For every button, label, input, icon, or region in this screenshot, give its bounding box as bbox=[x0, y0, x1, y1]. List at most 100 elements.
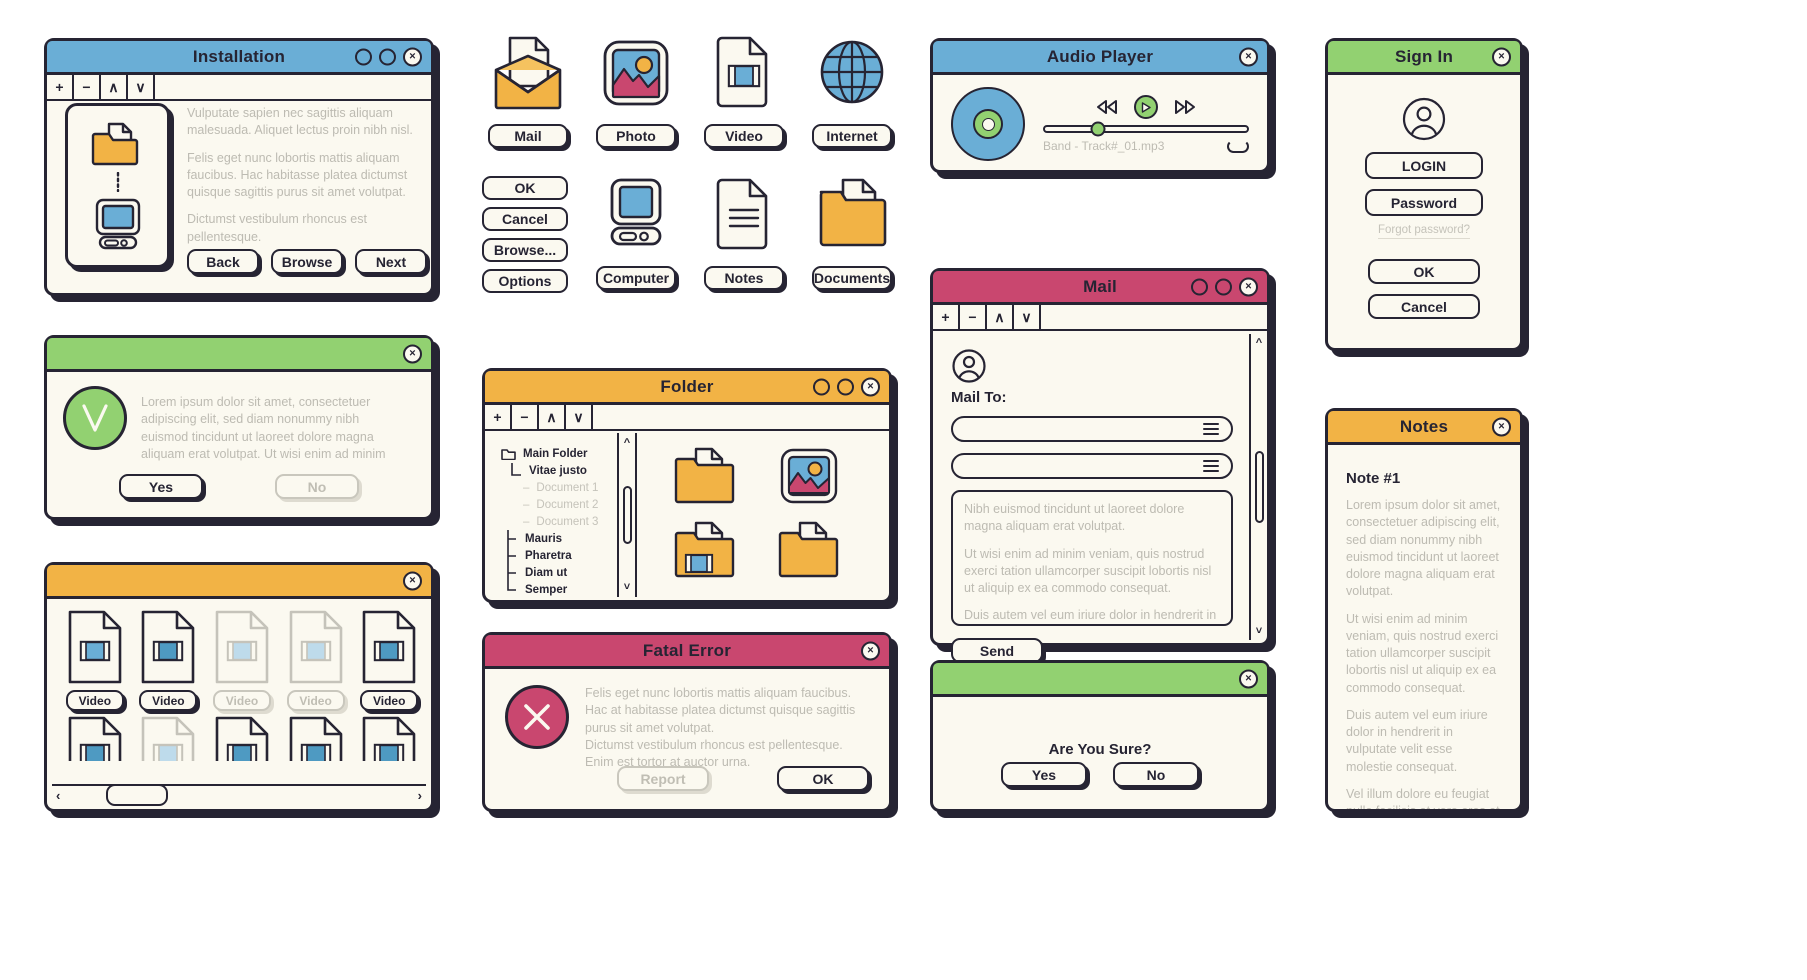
icon-tile-label[interactable]: Computer bbox=[596, 266, 676, 290]
icon-tile-label[interactable]: Mail bbox=[488, 124, 568, 148]
scrollbar-thumb[interactable] bbox=[622, 486, 632, 544]
icon-tile-label[interactable]: Internet bbox=[812, 124, 892, 148]
nav-down-icon[interactable]: ∨ bbox=[1014, 305, 1041, 329]
photo-icon[interactable] bbox=[779, 447, 839, 505]
gallery-item-disabled[interactable]: Video bbox=[206, 609, 278, 711]
gallery-item[interactable]: Video bbox=[353, 609, 425, 711]
scrollbar-thumb[interactable] bbox=[106, 784, 169, 806]
scrollbar-thumb[interactable] bbox=[1254, 451, 1264, 523]
scroll-down-icon[interactable]: ˅ bbox=[1256, 625, 1262, 637]
close-icon[interactable]: × bbox=[1492, 417, 1511, 436]
gallery-item-disabled[interactable]: Video bbox=[280, 609, 352, 711]
close-icon[interactable]: × bbox=[1239, 277, 1258, 296]
cancel-button[interactable]: Cancel bbox=[482, 207, 568, 231]
no-button[interactable]: No bbox=[1113, 762, 1199, 787]
gallery-item-label[interactable]: Video bbox=[139, 690, 198, 711]
previous-icon[interactable] bbox=[1096, 99, 1118, 115]
list-menu-icon[interactable] bbox=[1203, 460, 1219, 472]
icon-tile-documents[interactable]: Documents bbox=[806, 176, 898, 290]
titlebar-fatal-error[interactable]: Fatal Error × bbox=[485, 635, 889, 669]
close-icon[interactable]: × bbox=[1239, 47, 1258, 66]
horizontal-scrollbar[interactable]: ‹ › bbox=[52, 784, 426, 806]
folder-tree-scrollbar[interactable]: ^ ˅ bbox=[619, 433, 637, 597]
nav-plus-icon[interactable]: + bbox=[485, 405, 512, 429]
nav-minus-icon[interactable]: − bbox=[960, 305, 987, 329]
scroll-left-icon[interactable]: ‹ bbox=[56, 788, 60, 803]
folder-icon[interactable] bbox=[674, 447, 736, 505]
play-icon[interactable] bbox=[1134, 95, 1158, 119]
icon-tile-video[interactable]: Video bbox=[698, 34, 790, 148]
icon-tile-label[interactable]: Video bbox=[704, 124, 784, 148]
titlebar-gallery[interactable]: × bbox=[47, 565, 431, 599]
mail-body-textarea[interactable]: Nibh euismod tincidunt ut laoreet dolore… bbox=[951, 490, 1233, 626]
nav-up-icon[interactable]: ∧ bbox=[101, 75, 128, 99]
minimize-circle-icon[interactable] bbox=[355, 48, 372, 65]
close-icon[interactable]: × bbox=[861, 641, 880, 660]
nav-up-icon[interactable]: ∧ bbox=[539, 405, 566, 429]
gallery-item[interactable]: Video bbox=[133, 609, 205, 711]
close-icon[interactable]: × bbox=[403, 571, 422, 590]
icon-tile-mail[interactable]: Mail bbox=[482, 34, 574, 148]
browse-button[interactable]: Browse... bbox=[482, 238, 568, 262]
maximize-circle-icon[interactable] bbox=[379, 48, 396, 65]
icon-tile-label[interactable]: Photo bbox=[596, 124, 676, 148]
tree-item-diam-ut[interactable]: Diam ut bbox=[501, 564, 617, 581]
close-icon[interactable]: × bbox=[1239, 669, 1258, 688]
tree-item-document-3[interactable]: – Document 3 bbox=[501, 513, 617, 530]
list-menu-icon[interactable] bbox=[1203, 423, 1219, 435]
browse-button[interactable]: Browse bbox=[271, 249, 343, 274]
close-icon[interactable]: × bbox=[403, 47, 422, 66]
scroll-up-icon[interactable]: ^ bbox=[624, 437, 630, 449]
titlebar-installation[interactable]: Installation × bbox=[47, 41, 431, 75]
titlebar-audio-player[interactable]: Audio Player × bbox=[933, 41, 1267, 75]
forgot-password-link[interactable]: Forgot password? bbox=[1377, 224, 1471, 239]
titlebar-folder[interactable]: Folder × bbox=[485, 371, 889, 405]
titlebar-are-you-sure[interactable]: × bbox=[933, 663, 1267, 697]
titlebar-notes[interactable]: Notes × bbox=[1328, 411, 1520, 445]
nav-down-icon[interactable]: ∨ bbox=[566, 405, 593, 429]
minimize-circle-icon[interactable] bbox=[1191, 278, 1208, 295]
ok-button[interactable]: OK bbox=[777, 766, 869, 791]
mail-recipient-field-1[interactable] bbox=[951, 416, 1233, 442]
icon-tile-notes[interactable]: Notes bbox=[698, 176, 790, 290]
gallery-item-disabled[interactable] bbox=[133, 715, 205, 761]
scroll-right-icon[interactable]: › bbox=[418, 788, 422, 803]
progress-slider[interactable] bbox=[1043, 121, 1249, 137]
password-field[interactable]: Password bbox=[1365, 189, 1483, 216]
tree-item-vitae-justo[interactable]: Vitae justo bbox=[501, 462, 617, 479]
tree-item-pharetra[interactable]: Pharetra bbox=[501, 547, 617, 564]
notes-body[interactable]: Note #1 Lorem ipsum dolor sit amet, cons… bbox=[1328, 448, 1520, 809]
titlebar-sign-in[interactable]: Sign In × bbox=[1328, 41, 1520, 75]
titlebar-confirm[interactable]: × bbox=[47, 338, 431, 372]
nav-plus-icon[interactable]: + bbox=[47, 75, 74, 99]
mail-vertical-scrollbar[interactable]: ^ ˅ bbox=[1249, 334, 1267, 640]
gallery-item[interactable] bbox=[206, 715, 278, 761]
minimize-circle-icon[interactable] bbox=[813, 378, 830, 395]
icon-tile-label[interactable]: Documents bbox=[812, 266, 892, 290]
video-folder-icon[interactable] bbox=[674, 521, 736, 579]
gallery-item[interactable]: Video bbox=[59, 609, 131, 711]
nav-down-icon[interactable]: ∨ bbox=[128, 75, 155, 99]
yes-button[interactable]: Yes bbox=[119, 474, 203, 499]
ok-button[interactable]: OK bbox=[1368, 259, 1480, 284]
gallery-item-label[interactable]: Video bbox=[212, 690, 271, 711]
ok-button[interactable]: OK bbox=[482, 176, 568, 200]
tree-item-document-1[interactable]: – Document 1 bbox=[501, 479, 617, 496]
close-icon[interactable]: × bbox=[1492, 47, 1511, 66]
tree-item-document-2[interactable]: – Document 2 bbox=[501, 496, 617, 513]
login-field[interactable]: LOGIN bbox=[1365, 152, 1483, 179]
mail-recipient-field-2[interactable] bbox=[951, 453, 1233, 479]
gallery-item[interactable] bbox=[353, 715, 425, 761]
close-icon[interactable]: × bbox=[861, 377, 880, 396]
folder-icon[interactable] bbox=[778, 521, 840, 579]
nav-up-icon[interactable]: ∧ bbox=[987, 305, 1014, 329]
tree-item-main-folder[interactable]: Main Folder bbox=[501, 445, 617, 462]
gallery-item-label[interactable]: Video bbox=[286, 690, 345, 711]
report-button[interactable]: Report bbox=[617, 766, 709, 791]
icon-tile-computer[interactable]: Computer bbox=[590, 176, 682, 290]
nav-minus-icon[interactable]: − bbox=[512, 405, 539, 429]
scroll-up-icon[interactable]: ^ bbox=[1256, 337, 1262, 349]
maximize-circle-icon[interactable] bbox=[837, 378, 854, 395]
gallery-item[interactable] bbox=[59, 715, 131, 761]
titlebar-mail[interactable]: Mail × bbox=[933, 271, 1267, 305]
